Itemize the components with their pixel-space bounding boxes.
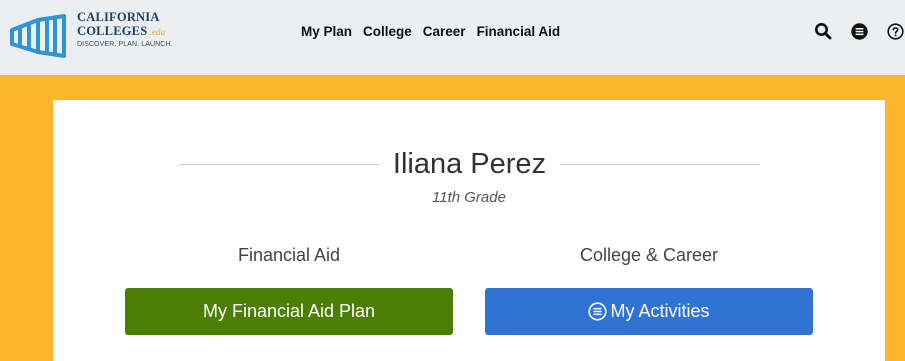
logo-mark-icon [10,14,66,58]
header-tools [805,20,905,44]
name-divider-right [560,163,760,165]
logo-line-colleges: COLLEGES .edu [77,23,173,38]
help-icon[interactable] [885,20,905,42]
financial-aid-label: Financial Aid [237,245,341,265]
logo-edu-suffix: .edu [149,26,166,37]
name-divider-left [179,163,379,165]
list-icon [588,302,608,321]
my-activities-button[interactable]: My Activities [485,288,813,335]
logo-wordmark: CALIFORNIA COLLEGES .edu DISCOVER. PLAN. … [77,11,173,48]
my-financial-aid-plan-label: My Financial Aid Plan [202,301,376,321]
college-career-label: College & Career [579,245,719,265]
logo-line-california: CALIFORNIA [77,10,160,24]
nav-financial-aid[interactable]: Financial Aid [477,24,561,39]
student-profile-card: Iliana Perez 11th Grade Financial Aid Co… [53,100,885,361]
main-nav: My Plan College Career Financial Aid [301,24,560,39]
nav-college[interactable]: College [363,24,412,39]
logo-colleges-text: COLLEGES [77,23,148,38]
student-grade: 11th Grade [432,189,506,206]
menu-icon[interactable] [849,20,869,42]
nav-my-plan[interactable]: My Plan [301,24,352,39]
my-activities-label: My Activities [610,301,710,321]
search-icon[interactable] [813,20,833,42]
top-navigation-bar: CALIFORNIA COLLEGES .edu DISCOVER. PLAN. … [0,0,905,75]
my-financial-aid-plan-button[interactable]: My Financial Aid Plan [125,288,453,335]
student-name: Iliana Perez [392,147,547,180]
nav-career[interactable]: Career [423,24,466,39]
logo-tagline: DISCOVER. PLAN. LAUNCH. [77,41,173,48]
california-colleges-logo[interactable]: CALIFORNIA COLLEGES .edu DISCOVER. PLAN. … [8,10,178,64]
student-name-row: Iliana Perez [179,144,760,184]
